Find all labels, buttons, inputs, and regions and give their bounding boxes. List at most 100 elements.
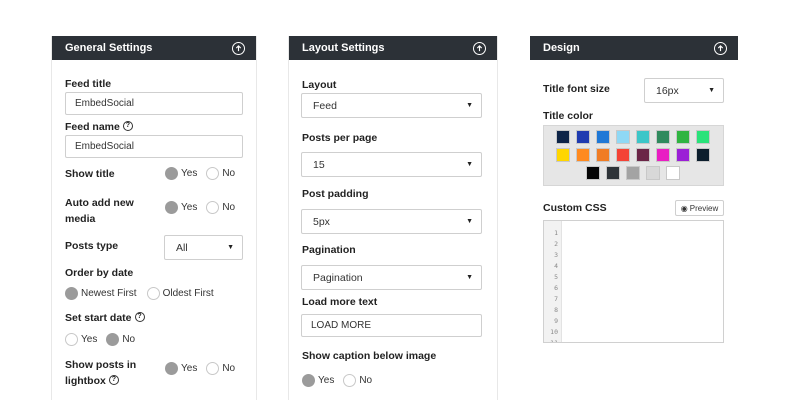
custom-css-editor[interactable]: 1 2 3 4 5 6 7 8 9 10 11: [543, 220, 724, 343]
start-date-yes-option[interactable]: Yes: [65, 333, 97, 346]
arrow-up-icon: [235, 44, 242, 51]
newest-first-label: Newest First: [81, 288, 137, 299]
radio-selected-icon: [165, 167, 178, 180]
post-padding-label: Post padding: [302, 188, 369, 200]
posts-per-page-select[interactable]: 15 ▼: [301, 152, 482, 177]
design-title: Design: [543, 42, 580, 54]
oldest-first-label: Oldest First: [162, 288, 214, 299]
color-swatch[interactable]: [696, 130, 710, 144]
lightbox-no-option[interactable]: No: [206, 362, 235, 375]
feed-name-label: Feed name?: [65, 119, 133, 135]
color-swatch[interactable]: [616, 148, 630, 162]
show-caption-yes-option[interactable]: Yes: [302, 374, 334, 387]
auto-add-label: Auto add new media: [65, 195, 134, 227]
color-swatch[interactable]: [576, 130, 590, 144]
lightbox-radio-group: Yes No: [165, 362, 244, 375]
layout-settings-header: Layout Settings: [289, 36, 497, 60]
help-icon[interactable]: ?: [108, 375, 119, 386]
feed-name-input[interactable]: [65, 135, 243, 158]
title-color-label: Title color: [543, 110, 593, 122]
color-swatch[interactable]: [636, 130, 650, 144]
collapse-design-button[interactable]: [714, 41, 727, 55]
start-date-no-option[interactable]: No: [106, 333, 135, 346]
newest-first-option[interactable]: Newest First: [65, 287, 137, 300]
post-padding-select[interactable]: 5px ▼: [301, 209, 482, 234]
chevron-down-icon: ▼: [466, 161, 473, 168]
show-title-no-option[interactable]: No: [206, 167, 235, 180]
color-swatch[interactable]: [596, 130, 610, 144]
color-swatch[interactable]: [666, 166, 680, 180]
no-label: No: [359, 375, 373, 386]
color-swatch[interactable]: [696, 148, 710, 162]
chevron-down-icon: ▼: [466, 218, 473, 225]
color-swatch[interactable]: [596, 148, 610, 162]
help-icon[interactable]: ?: [134, 312, 145, 323]
color-swatch[interactable]: [586, 166, 600, 180]
color-swatch[interactable]: [556, 130, 570, 144]
arrow-up-icon: [717, 44, 724, 51]
show-title-yes-option[interactable]: Yes: [165, 167, 197, 180]
color-palette: [543, 125, 724, 186]
color-swatch[interactable]: [676, 130, 690, 144]
start-date-label: Set start date?: [65, 310, 145, 326]
line-number: 5: [554, 273, 558, 281]
line-number: 11: [550, 339, 558, 343]
order-radio-group: Newest First Oldest First: [65, 287, 223, 300]
color-swatch[interactable]: [656, 130, 670, 144]
color-swatch[interactable]: [616, 130, 630, 144]
pagination-label: Pagination: [302, 244, 356, 256]
layout-select[interactable]: Feed ▼: [301, 93, 482, 118]
lightbox-label-text: lightbox: [65, 375, 106, 387]
post-padding-value: 5px: [313, 215, 330, 228]
yes-label: Yes: [81, 334, 98, 345]
posts-type-select[interactable]: All ▼: [164, 235, 243, 260]
color-swatch[interactable]: [656, 148, 670, 162]
no-label: No: [222, 202, 236, 213]
yes-label: Yes: [181, 202, 198, 213]
design-header: Design: [530, 36, 738, 60]
color-swatch[interactable]: [576, 148, 590, 162]
radio-selected-icon: [106, 333, 120, 346]
show-caption-radio-group: Yes No: [302, 374, 381, 387]
radio-icon: [65, 333, 78, 346]
posts-type-label: Posts type: [65, 240, 119, 252]
preview-label: Preview: [689, 203, 719, 213]
pagination-select[interactable]: Pagination ▼: [301, 265, 482, 290]
lightbox-yes-option[interactable]: Yes: [165, 362, 197, 375]
color-swatch[interactable]: [606, 166, 620, 180]
general-settings-header: General Settings: [52, 36, 256, 60]
lightbox-label-line-1: Show posts in: [65, 359, 137, 371]
load-more-input[interactable]: [301, 314, 482, 337]
color-swatch[interactable]: [556, 148, 570, 162]
radio-icon: [343, 374, 357, 387]
feed-title-input[interactable]: [65, 92, 243, 115]
color-swatch[interactable]: [626, 166, 640, 180]
lightbox-label: Show posts in lightbox?: [65, 357, 136, 389]
chevron-down-icon: ▼: [466, 274, 473, 281]
preview-button[interactable]: ◉ Preview: [675, 200, 724, 216]
title-font-size-select[interactable]: 16px ▼: [644, 78, 724, 103]
general-settings-title: General Settings: [65, 42, 153, 54]
no-label: No: [122, 334, 136, 345]
line-number: 8: [554, 306, 558, 314]
posts-per-page-label: Posts per page: [302, 132, 378, 144]
show-caption-no-option[interactable]: No: [343, 374, 372, 387]
color-swatch[interactable]: [646, 166, 660, 180]
line-number: 4: [554, 262, 558, 270]
auto-add-no-option[interactable]: No: [206, 201, 235, 214]
color-swatch[interactable]: [636, 148, 650, 162]
radio-selected-icon: [165, 201, 178, 214]
layout-label: Layout: [302, 79, 337, 91]
help-icon[interactable]: ?: [122, 121, 133, 132]
yes-label: Yes: [181, 363, 198, 374]
lightbox-label-line-2: lightbox?: [65, 373, 136, 389]
layout-value: Feed: [313, 99, 337, 112]
collapse-general-button[interactable]: [232, 41, 245, 55]
color-swatch[interactable]: [676, 148, 690, 162]
collapse-layout-button[interactable]: [473, 41, 486, 55]
auto-add-yes-option[interactable]: Yes: [165, 201, 197, 214]
pagination-value: Pagination: [313, 271, 363, 284]
oldest-first-option[interactable]: Oldest First: [146, 287, 214, 300]
line-number: 3: [554, 251, 558, 259]
show-caption-label: Show caption below image: [302, 350, 437, 362]
